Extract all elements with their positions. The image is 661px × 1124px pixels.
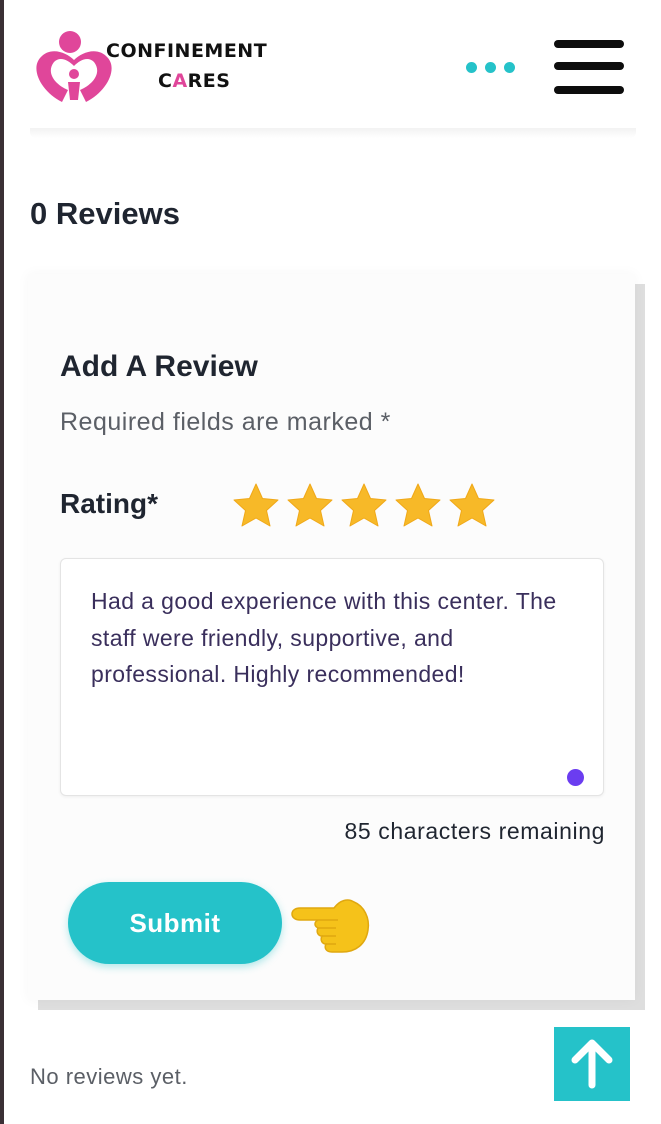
- logo-text-c: C: [158, 70, 173, 92]
- page-left-border: [0, 0, 4, 1124]
- review-text-content[interactable]: Had a good experience with this center. …: [91, 583, 581, 693]
- grammar-assistant-icon[interactable]: [567, 769, 584, 786]
- star-icon[interactable]: [340, 482, 388, 528]
- star-rating[interactable]: [232, 482, 496, 528]
- dot: [504, 62, 515, 73]
- logo-text-accent: A: [172, 70, 188, 92]
- pointing-hand-icon: [291, 899, 370, 953]
- back-to-top-button[interactable]: [554, 1027, 630, 1101]
- star-icon[interactable]: [286, 482, 334, 528]
- menu-bar: [554, 40, 624, 48]
- chars-remaining-counter: 85 characters remaining: [344, 818, 605, 844]
- rating-label: Rating*: [60, 488, 158, 519]
- logo-mother-child-icon: [36, 31, 112, 102]
- no-reviews-message: No reviews yet.: [30, 1064, 188, 1089]
- add-review-card: Add A Review Required fields are marked …: [28, 274, 635, 1000]
- review-textarea[interactable]: Had a good experience with this center. …: [60, 558, 604, 796]
- logo-text-res: RES: [187, 70, 231, 92]
- site-logo[interactable]: CONFINEMENT CARES: [34, 30, 294, 110]
- menu-bar: [554, 86, 624, 94]
- site-header: CONFINEMENT CARES: [4, 0, 661, 138]
- reviews-count-heading: 0 Reviews: [30, 196, 180, 231]
- ellipsis-icon[interactable]: [466, 62, 522, 78]
- submit-button[interactable]: Submit: [68, 882, 282, 964]
- required-fields-note: Required fields are marked *: [60, 408, 391, 436]
- star-icon[interactable]: [232, 482, 280, 528]
- header-shadow: [30, 128, 636, 138]
- star-icon[interactable]: [448, 482, 496, 528]
- menu-bar: [554, 62, 624, 70]
- arrow-up-icon: [571, 1039, 613, 1089]
- hamburger-menu-icon[interactable]: [554, 40, 626, 98]
- logo-text-line1: CONFINEMENT: [106, 40, 268, 62]
- star-icon[interactable]: [394, 482, 442, 528]
- dot: [485, 62, 496, 73]
- add-review-title: Add A Review: [60, 350, 258, 383]
- dot: [466, 62, 477, 73]
- logo-text-line2: CARES: [158, 70, 230, 92]
